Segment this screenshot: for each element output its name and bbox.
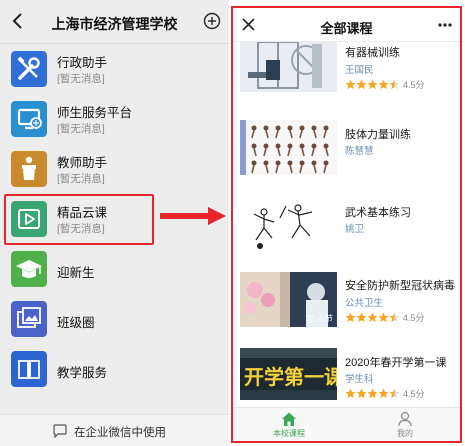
monitor-icon <box>11 101 47 137</box>
tools-icon <box>11 51 47 87</box>
right-header: 全部课程 <box>233 8 460 42</box>
course-score: 4.5分 <box>403 313 425 324</box>
course-teacher: 学生科 <box>345 374 374 385</box>
half-star-icon <box>389 79 400 90</box>
course-score: 4.5分 <box>403 389 425 400</box>
star-icon <box>367 388 378 399</box>
course-title: 有器械训练 <box>345 47 400 59</box>
app-name: 教学服务 <box>57 366 108 380</box>
close-icon[interactable] <box>242 18 255 31</box>
course-list-panel: 全部课程 有器械训练 王国民 4.5分 肢体力量训练 陈慧慧 武术基本练习 姚卫… <box>231 6 462 443</box>
highlight-box <box>4 194 154 245</box>
course-title: 肢体力量训练 <box>345 129 411 141</box>
panel-title: 全部课程 <box>320 21 373 36</box>
star-icon <box>378 388 389 399</box>
course-teacher: 公共卫生 <box>345 298 384 309</box>
app-status: [暂无消息] <box>57 173 105 185</box>
app-status: [暂无消息] <box>57 73 105 85</box>
thumbnail-text: 开学第一课 <box>244 365 337 389</box>
star-icon <box>345 312 356 323</box>
tab-mine[interactable]: 我的 <box>375 411 435 439</box>
app-name: 教师助手 <box>57 156 108 170</box>
course-title: 武术基本练习 <box>345 207 411 219</box>
tab-label: 本校课程 <box>273 429 305 438</box>
app-item-welcome-freshmen[interactable]: 迎新生 <box>0 244 229 294</box>
star-icon <box>345 388 356 399</box>
course-card[interactable]: 肢体力量训练 陈慧慧 <box>233 116 460 194</box>
back-arrow-icon[interactable] <box>8 11 28 31</box>
course-thumbnail <box>240 42 337 92</box>
add-circle-icon[interactable] <box>203 12 221 30</box>
course-title: 安全防护新型冠状病毒 <box>345 280 455 292</box>
red-arrow-icon <box>160 207 226 225</box>
star-icon <box>378 312 389 323</box>
star-icon <box>356 388 367 399</box>
half-star-icon <box>389 312 400 323</box>
gallery-icon <box>11 301 47 337</box>
graduation-cap-icon <box>11 251 47 287</box>
app-item-teacher-assistant[interactable]: 教师助手 [暂无消息] <box>0 144 229 194</box>
podium-icon <box>11 151 47 187</box>
course-teacher: 王国民 <box>345 65 374 76</box>
course-thumbnail: 开学第一课 <box>240 348 337 400</box>
more-options-icon[interactable] <box>438 23 452 27</box>
course-thumbnail <box>240 120 337 175</box>
chapter-count-badge: 32 小节 <box>305 314 333 323</box>
course-rating: 4.5分 <box>345 385 425 399</box>
star-icon <box>356 79 367 90</box>
chat-bubble-icon <box>53 424 67 438</box>
star-icon <box>356 312 367 323</box>
course-rating: 4.5分 <box>345 309 425 323</box>
course-card[interactable]: 有器械训练 王国民 4.5分 <box>233 38 460 116</box>
user-icon <box>398 411 412 427</box>
left-header: 上海市经济管理学校 <box>0 0 229 44</box>
course-rating: 4.5分 <box>345 76 425 90</box>
tab-label: 我的 <box>397 429 413 438</box>
course-card[interactable]: 32 小节 安全防护新型冠状病毒 公共卫生 4.5分 <box>233 272 460 350</box>
bottom-tab-bar: 本校课程 我的 <box>233 407 460 441</box>
half-star-icon <box>389 388 400 399</box>
course-title: 2020年春开学第一课 <box>345 357 447 369</box>
app-name: 行政助手 <box>57 56 108 70</box>
course-teacher: 姚卫 <box>345 224 365 235</box>
book-icon <box>11 351 47 387</box>
tab-school-courses[interactable]: 本校课程 <box>259 411 319 439</box>
course-score: 4.5分 <box>403 80 425 91</box>
use-in-wecom-bar[interactable]: 在企业微信中使用 <box>0 414 229 446</box>
app-item-service-platform[interactable]: 师生服务平台 [暂无消息] <box>0 94 229 144</box>
app-name: 班级圈 <box>57 316 95 330</box>
app-item-admin-assistant[interactable]: 行政助手 [暂无消息] <box>0 44 229 94</box>
app-item-class-circle[interactable]: 班级圈 <box>0 294 229 344</box>
star-icon <box>367 79 378 90</box>
app-name: 迎新生 <box>57 266 95 280</box>
app-item-teaching-service[interactable]: 教学服务 <box>0 344 229 394</box>
home-icon <box>282 412 296 426</box>
app-status: [暂无消息] <box>57 123 105 135</box>
course-thumbnail <box>240 198 337 253</box>
course-card[interactable]: 武术基本练习 姚卫 <box>233 194 460 272</box>
star-icon <box>378 79 389 90</box>
app-name: 师生服务平台 <box>57 106 133 120</box>
star-icon <box>367 312 378 323</box>
course-teacher: 陈慧慧 <box>345 146 374 157</box>
course-thumbnail: 32 小节 <box>240 272 337 327</box>
star-icon <box>345 79 356 90</box>
page-title: 上海市经济管理学校 <box>51 16 178 32</box>
footer-text: 在企业微信中使用 <box>74 427 166 439</box>
